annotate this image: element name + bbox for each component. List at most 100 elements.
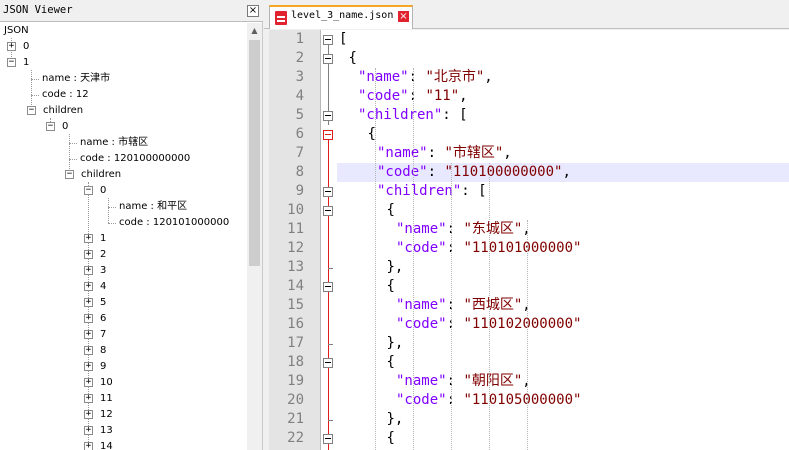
tree-leaf-code[interactable]: code : 120101000000 (119, 215, 229, 231)
code-line[interactable]: { (387, 201, 395, 220)
code-line[interactable]: "children": [ (377, 182, 487, 201)
code-line[interactable]: { (349, 49, 357, 68)
tree-node-item[interactable]: 2 (100, 247, 106, 263)
collapse-icon[interactable]: − (84, 186, 93, 195)
json-punctuation: , (562, 164, 571, 180)
collapse-icon[interactable]: − (7, 58, 16, 67)
expand-icon[interactable]: + (7, 42, 16, 51)
fold-collapse-icon[interactable] (323, 187, 333, 197)
expand-icon[interactable]: + (84, 266, 93, 275)
tree-node-item[interactable]: 14 (100, 439, 113, 450)
json-key: "code" (396, 316, 447, 332)
tree-node-item[interactable]: 12 (100, 407, 113, 423)
json-key: "name" (396, 221, 447, 237)
json-punctuation: : (446, 373, 464, 389)
line-number: 9 (295, 183, 304, 199)
tree-node-item[interactable]: 7 (100, 327, 106, 343)
tree-node-children[interactable]: children (43, 103, 83, 119)
close-icon[interactable]: × (247, 5, 259, 17)
expand-icon[interactable]: + (84, 394, 93, 403)
tree-root[interactable]: JSON (4, 23, 29, 39)
expand-icon[interactable]: + (84, 314, 93, 323)
tree-node-item[interactable]: 5 (100, 295, 106, 311)
expand-icon[interactable]: + (84, 250, 93, 259)
fold-collapse-icon[interactable] (323, 282, 333, 292)
expand-icon[interactable]: + (84, 362, 93, 371)
fold-collapse-icon[interactable] (323, 206, 333, 216)
expand-icon[interactable]: + (84, 426, 93, 435)
code-line[interactable]: "name": "市辖区", (377, 144, 512, 163)
tree-node-item[interactable]: 3 (100, 263, 106, 279)
expand-icon[interactable]: + (84, 410, 93, 419)
fold-collapse-icon[interactable] (323, 111, 333, 121)
json-viewer-panel: JSON Viewer × JSON + 0 − 1 name : 天津市 co… (0, 0, 263, 450)
json-punctuation: : (427, 164, 445, 180)
tab-bar: level_3_name.json × (264, 0, 789, 29)
tree-node-0[interactable]: 0 (62, 119, 68, 135)
code-line[interactable]: [ (339, 30, 347, 49)
fold-collapse-icon[interactable] (323, 130, 333, 140)
code-line[interactable]: { (387, 353, 395, 372)
tree-leaf-name[interactable]: name : 市辖区 (80, 135, 148, 151)
expand-icon[interactable]: + (84, 330, 93, 339)
json-viewer-scrollbar[interactable]: ▲ (247, 23, 262, 450)
collapse-icon[interactable]: − (46, 122, 55, 131)
json-punctuation: { (386, 278, 395, 294)
close-icon[interactable]: × (398, 11, 409, 22)
expand-icon[interactable]: + (84, 442, 93, 450)
code-line[interactable]: "name": "西城区", (396, 296, 531, 315)
json-punctuation: : (446, 392, 464, 408)
fold-collapse-icon[interactable] (323, 35, 333, 45)
scrollbar-thumb[interactable] (249, 40, 260, 266)
tree-node-item[interactable]: 1 (100, 231, 106, 247)
tree-node-0[interactable]: 0 (100, 183, 106, 199)
tree-leaf-code[interactable]: code : 12 (42, 87, 89, 103)
tree-node-1[interactable]: 1 (23, 55, 29, 71)
scroll-up-icon[interactable]: ▲ (247, 23, 262, 39)
tree-node-item[interactable]: 4 (100, 279, 106, 295)
tree-guide (69, 143, 77, 144)
fold-collapse-icon[interactable] (323, 358, 333, 368)
tree-leaf-code[interactable]: code : 120100000000 (80, 151, 190, 167)
code-line[interactable]: "name": "东城区", (396, 220, 531, 239)
json-key: "name" (396, 373, 447, 389)
tree-node-item[interactable]: 9 (100, 359, 106, 375)
fold-collapse-icon[interactable] (323, 434, 333, 444)
line-number: 19 (287, 373, 304, 389)
tab-level-3-name-json[interactable]: level_3_name.json × (269, 5, 413, 29)
tree-node-item[interactable]: 13 (100, 423, 113, 439)
json-key: "code" (396, 240, 447, 256)
collapse-icon[interactable]: − (65, 170, 74, 179)
code-line[interactable]: "name": "朝阳区", (396, 372, 531, 391)
json-punctuation: [ (339, 31, 348, 47)
expand-icon[interactable]: + (84, 378, 93, 387)
json-string: "110100000000" (444, 164, 563, 180)
code-line[interactable]: }, (387, 410, 404, 429)
expand-icon[interactable]: + (84, 282, 93, 291)
indent-guide (527, 220, 528, 450)
code-line[interactable]: "code": "110100000000", (377, 163, 571, 182)
code-editor[interactable]: 1 2 3 4 5 6 7 8 9 10 11 12 13 14 15 16 17 18 19 20 21 22[{"na… (269, 30, 789, 450)
tree-node-item[interactable]: 11 (100, 391, 113, 407)
tree-node-children[interactable]: children (81, 167, 121, 183)
code-line[interactable]: { (387, 429, 395, 448)
tree-node-item[interactable]: 6 (100, 311, 106, 327)
expand-icon[interactable]: + (84, 234, 93, 243)
collapse-icon[interactable]: − (27, 106, 36, 115)
expand-icon[interactable]: + (84, 298, 93, 307)
code-line[interactable]: "name": "北京市", (358, 68, 493, 87)
tree-node-0[interactable]: 0 (23, 39, 29, 55)
code-line[interactable]: }, (387, 334, 404, 353)
fold-collapse-icon[interactable] (323, 54, 333, 64)
tree-node-item[interactable]: 8 (100, 343, 106, 359)
tree-leaf-name[interactable]: name : 天津市 (42, 71, 110, 87)
expand-icon[interactable]: + (84, 346, 93, 355)
tree-node-item[interactable]: 10 (100, 375, 113, 391)
tree-leaf-name[interactable]: name : 和平区 (119, 199, 187, 215)
code-line[interactable]: { (387, 277, 395, 296)
line-number: 11 (287, 221, 304, 237)
json-string: "110102000000" (463, 316, 582, 332)
code-line[interactable]: }, (387, 258, 404, 277)
json-punctuation: : (446, 221, 464, 237)
json-punctuation: : [ (461, 183, 487, 199)
